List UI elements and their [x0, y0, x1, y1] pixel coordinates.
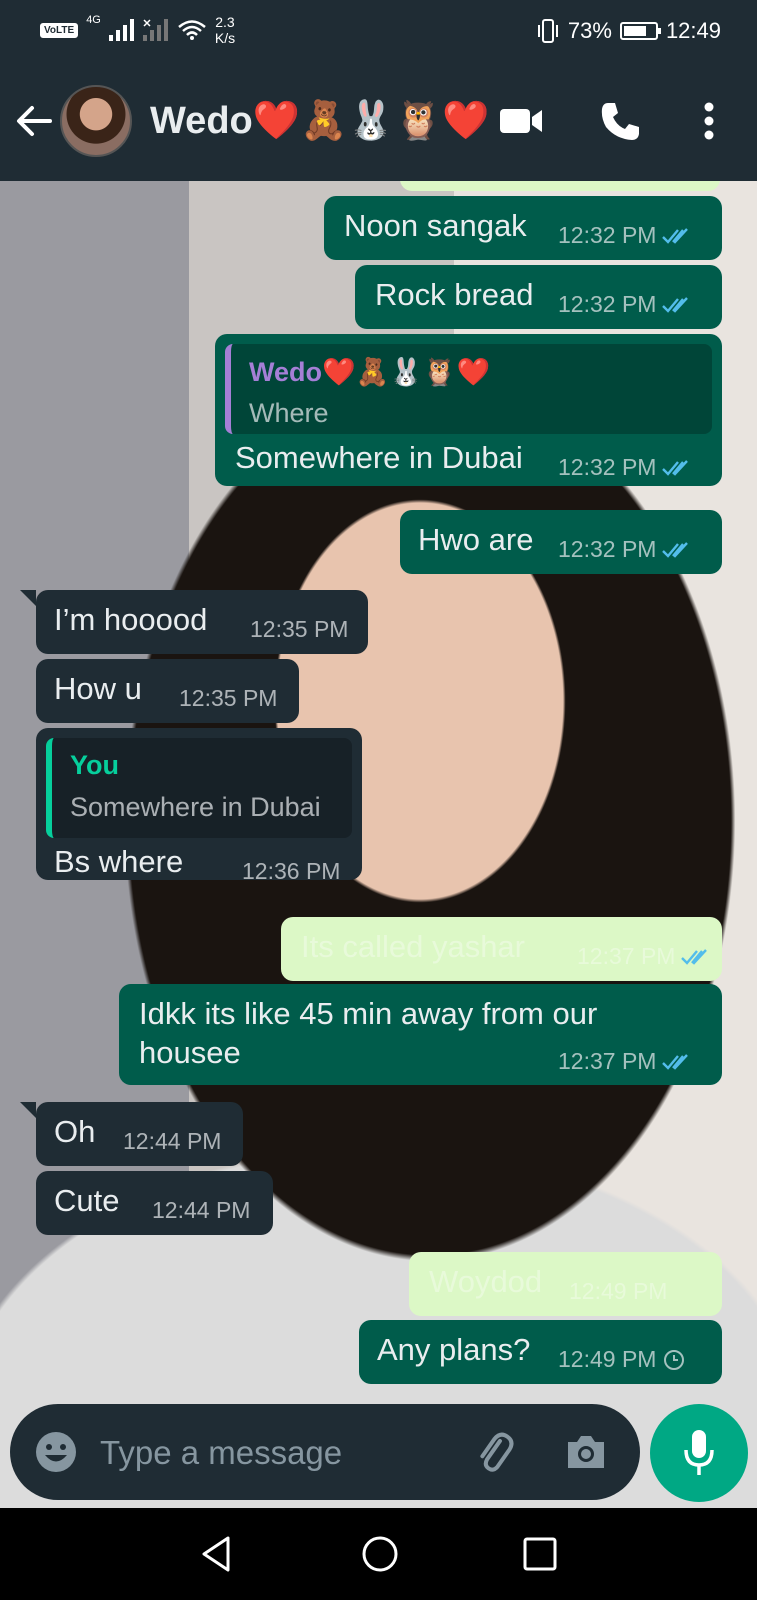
message-text: Its called yashar: [301, 929, 525, 964]
chat-area[interactable]: Noon sangak 12:32 PM Rock bread 12:32 PM…: [0, 181, 757, 1508]
message-meta: 12:37 PM: [577, 943, 713, 970]
message-time: 12:35 PM: [250, 616, 349, 642]
quoted-author: Wedo❤️🧸🐰🦉❤️: [249, 357, 491, 387]
navigation-bar: [0, 1508, 757, 1600]
read-ticks-icon: [681, 948, 708, 965]
voice-record-button[interactable]: [650, 1404, 748, 1502]
message-bubble-out[interactable]: Woydod 12:49 PM: [409, 1252, 722, 1316]
message-time: 12:36 PM: [242, 858, 341, 884]
read-ticks-icon: [662, 1053, 689, 1070]
quoted-message[interactable]: Wedo❤️🧸🐰🦉❤️ Where: [225, 344, 712, 434]
attach-icon[interactable]: [472, 1430, 518, 1476]
message-text: Rock bread: [375, 277, 534, 312]
more-options-icon[interactable]: [697, 99, 721, 143]
emoji-icon[interactable]: [34, 1430, 78, 1474]
message-bubble-in[interactable]: I’m hooood 12:35 PM: [36, 590, 368, 654]
signal-no-service-icon: [142, 19, 168, 41]
message-meta: 12:36 PM: [242, 858, 340, 885]
message-time: 12:35 PM: [179, 685, 278, 711]
quoted-text: Where: [249, 398, 329, 428]
message-text: How u: [54, 671, 142, 706]
message-time: 12:44 PM: [123, 1128, 222, 1154]
message-text: Cute: [54, 1183, 120, 1218]
message-bubble-out[interactable]: Any plans? 12:49 PM: [359, 1320, 722, 1384]
message-text: Idkk its like 45 min away from our: [139, 996, 598, 1031]
read-ticks-icon: [662, 296, 689, 313]
message-meta: 12:32 PM: [558, 536, 694, 563]
message-composer: [10, 1404, 640, 1500]
bubble-tail: [20, 1102, 36, 1118]
network-type: 4G: [86, 14, 101, 26]
message-bubble-out[interactable]: Its called yashar 12:37 PM: [281, 917, 722, 981]
message-text: Bs where: [54, 844, 184, 879]
network-speed: 2.3 K/s: [214, 14, 236, 46]
video-call-icon[interactable]: [498, 103, 544, 139]
message-text: Any plans?: [377, 1332, 531, 1367]
battery-percent: 73%: [567, 18, 612, 43]
avatar[interactable]: [60, 85, 132, 157]
quoted-author: You: [70, 750, 119, 780]
message-bubble-in[interactable]: Oh 12:44 PM: [36, 1102, 243, 1166]
message-meta: 12:32 PM: [558, 222, 694, 249]
message-time: 12:44 PM: [152, 1197, 251, 1223]
message-meta: 12:35 PM: [179, 685, 277, 712]
quoted-text: Somewhere in Dubai: [70, 792, 321, 822]
message-time: 12:37 PM: [558, 1048, 657, 1074]
message-meta: 12:37 PM: [558, 1048, 694, 1075]
message-bubble-in-reply[interactable]: You Somewhere in Dubai Bs where 12:36 PM: [36, 728, 362, 884]
nav-back-icon[interactable]: [198, 1534, 238, 1574]
message-time: 12:37 PM: [577, 943, 676, 969]
message-time: 12:49 PM: [569, 1278, 668, 1304]
message-bubble-out[interactable]: Rock bread 12:32 PM: [355, 265, 722, 329]
message-meta: 12:35 PM: [250, 616, 348, 643]
message-meta: 12:44 PM: [123, 1128, 221, 1155]
voice-call-icon[interactable]: [598, 99, 642, 143]
message-input[interactable]: [100, 1432, 440, 1474]
message-text: Noon sangak: [344, 208, 527, 243]
vibrate-icon: [537, 19, 558, 43]
contact-name[interactable]: Wedo❤️🧸🐰🦉❤️: [150, 99, 489, 143]
message-bubble-out[interactable]: Hwo are 12:32 PM: [400, 510, 722, 574]
message-meta: 12:49 PM: [558, 1346, 686, 1373]
message-text-line2: housee: [139, 1035, 241, 1070]
bubble-tail: [20, 590, 36, 606]
microphone-icon: [684, 1430, 714, 1475]
message-text: I’m hooood: [54, 602, 208, 637]
status-bar: VoLTE 4G 2.3 K/s 73% 12:49: [0, 0, 757, 63]
message-time: 12:32 PM: [558, 536, 657, 562]
message-bubble-in[interactable]: How u 12:35 PM: [36, 659, 299, 723]
message-time: 12:32 PM: [558, 291, 657, 317]
pending-clock-icon: [664, 1349, 685, 1370]
message-meta: 12:44 PM: [152, 1197, 250, 1224]
message-bubble-in[interactable]: Cute 12:44 PM: [36, 1171, 273, 1235]
message-time: 12:32 PM: [558, 222, 657, 248]
message-bubble-out[interactable]: Noon sangak 12:32 PM: [324, 196, 722, 260]
volte-badge: VoLTE: [40, 22, 79, 38]
read-ticks-icon: [662, 541, 689, 558]
message-meta: 12:32 PM: [558, 454, 694, 481]
nav-home-icon[interactable]: [360, 1534, 400, 1574]
camera-icon[interactable]: [564, 1432, 608, 1472]
read-ticks-icon: [662, 459, 689, 476]
message-bubble-partial: [400, 181, 720, 191]
message-text: Woydod: [429, 1264, 543, 1299]
back-arrow-icon[interactable]: [14, 101, 54, 141]
message-text: Somewhere in Dubai: [235, 440, 523, 475]
read-ticks-icon: [662, 227, 689, 244]
wifi-icon: [178, 20, 206, 40]
clock: 12:49: [665, 18, 721, 43]
message-time: 12:32 PM: [558, 454, 657, 480]
message-time: 12:49 PM: [558, 1346, 657, 1372]
battery-icon: [619, 22, 661, 40]
message-text: Oh: [54, 1114, 96, 1149]
quoted-message[interactable]: You Somewhere in Dubai: [46, 738, 352, 838]
message-meta: 12:49 PM: [569, 1278, 667, 1305]
signal-icon: [108, 19, 134, 41]
chat-header: Wedo❤️🧸🐰🦉❤️: [0, 63, 757, 181]
message-text: Hwo are: [418, 522, 534, 557]
message-bubble-out[interactable]: Idkk its like 45 min away from our house…: [119, 984, 722, 1085]
message-meta: 12:32 PM: [558, 291, 694, 318]
nav-recents-icon[interactable]: [522, 1536, 558, 1572]
message-bubble-out-reply[interactable]: Wedo❤️🧸🐰🦉❤️ Where Somewhere in Dubai 12:…: [215, 334, 722, 486]
